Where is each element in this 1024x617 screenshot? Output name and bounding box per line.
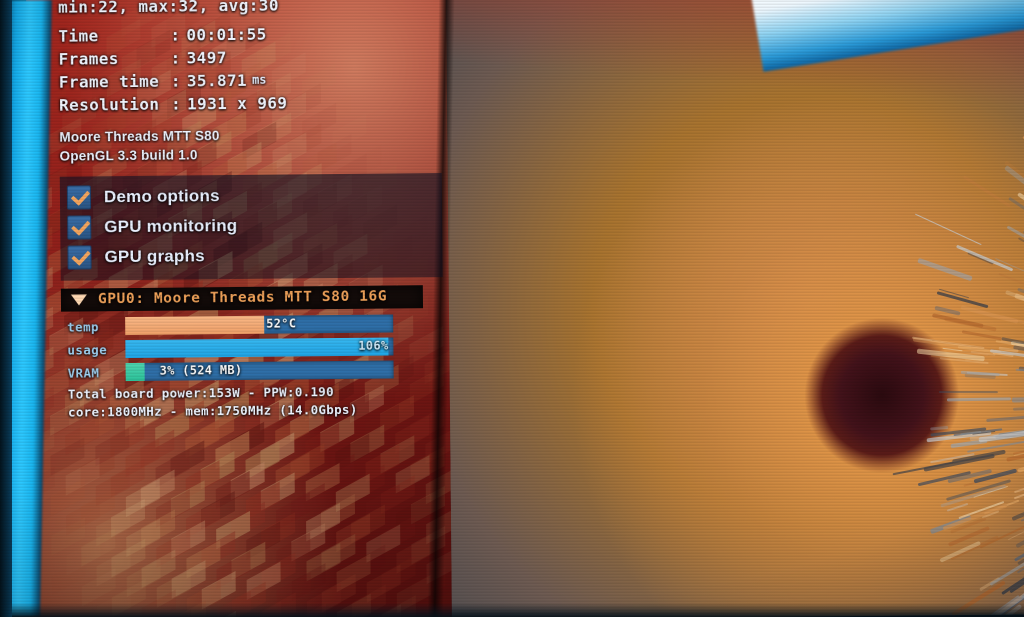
chevron-down-icon[interactable] (71, 294, 87, 305)
gpu-bar-fill (126, 363, 145, 381)
stat-value: 3497 (187, 46, 227, 69)
gpu-bar-value: 3% (524 MB) (160, 363, 243, 378)
gpu-clock-line: core:1800MHz - mem:1750MHz (14.0Gbps) (62, 400, 424, 421)
stat-key: Frame time (59, 70, 171, 94)
gpu-bar-value: 106% (358, 339, 388, 353)
checkbox-checked-icon[interactable] (67, 245, 91, 269)
stat-value: 1931 x 969 (187, 91, 288, 115)
stat-colon: : (170, 23, 186, 46)
stat-key: Resolution (59, 93, 171, 117)
gpu-bar-value: 52°C (266, 316, 296, 330)
stat-colon: : (171, 69, 187, 92)
monitor-bottom-shadow (0, 603, 1024, 617)
checkbox-row-gpu-monitoring[interactable]: GPU monitoring (60, 209, 442, 243)
checkbox-row-gpu-graphs[interactable]: GPU graphs (60, 239, 442, 273)
stat-value: 00:01:55 (186, 23, 266, 47)
gpu-bar-track: 52°C (125, 314, 393, 335)
gpu-bar-row-vram: VRAM 3% (524 MB) (62, 359, 424, 382)
checkbox-label: GPU graphs (104, 246, 204, 267)
fps-summary: min:22, max:32, avg:30 (58, 0, 438, 19)
gpu-bar-row-usage: usage 106% (61, 336, 423, 359)
gpu-monitor-panel: GPU0: Moore Threads MTT S80 16G temp 52°… (61, 285, 424, 423)
gpu-bar-label: VRAM (62, 365, 126, 381)
gpu-monitor-body: temp 52°C usage 106% VRAM 3% (524 MB) To… (61, 308, 424, 423)
stat-colon: : (171, 46, 187, 69)
checkbox-checked-icon[interactable] (67, 185, 91, 209)
gpu-monitor-header[interactable]: GPU0: Moore Threads MTT S80 16G (61, 285, 423, 311)
stat-colon: : (171, 92, 187, 115)
checkbox-label: Demo options (104, 186, 220, 207)
checkbox-checked-icon[interactable] (67, 215, 91, 239)
gpu-bar-fill (125, 338, 388, 359)
monitor-left-bezel (0, 0, 12, 617)
gpu-identity-block: Moore Threads MTT S80 OpenGL 3.3 build 1… (59, 124, 439, 166)
osd-overlay: min:22, max:32, avg:30 Time : 00:01:55 F… (58, 0, 442, 424)
monitor-screen: min:22, max:32, avg:30 Time : 00:01:55 F… (26, 0, 1024, 617)
gpu-monitor-header-label: GPU0: Moore Threads MTT S80 16G (98, 289, 387, 308)
stat-row-resolution: Resolution : 1931 x 969 (59, 90, 439, 117)
gpu-bar-fill (125, 316, 265, 335)
gpu-bar-track: 3% (524 MB) (126, 360, 394, 381)
stat-key: Frames (59, 47, 171, 71)
stats-table: Time : 00:01:55 Frames : 3497 Frame time… (58, 21, 439, 117)
checkbox-label: GPU monitoring (104, 216, 237, 237)
api-version-label: OpenGL 3.3 build 1.0 (59, 143, 439, 166)
screenshot-root: min:22, max:32, avg:30 Time : 00:01:55 F… (0, 0, 1024, 617)
options-panel: Demo options GPU monitoring GPU graphs (60, 173, 443, 281)
checkbox-row-demo-options[interactable]: Demo options (60, 179, 442, 213)
gpu-bar-label: usage (61, 342, 125, 358)
gpu-bar-row-temp: temp 52°C (61, 313, 423, 336)
stat-unit: ms (252, 69, 267, 92)
stat-key: Time (58, 24, 170, 48)
gpu-bar-track: 106% (125, 337, 393, 358)
gpu-bar-label: temp (61, 319, 125, 335)
stat-value: 35.871 (187, 69, 247, 93)
